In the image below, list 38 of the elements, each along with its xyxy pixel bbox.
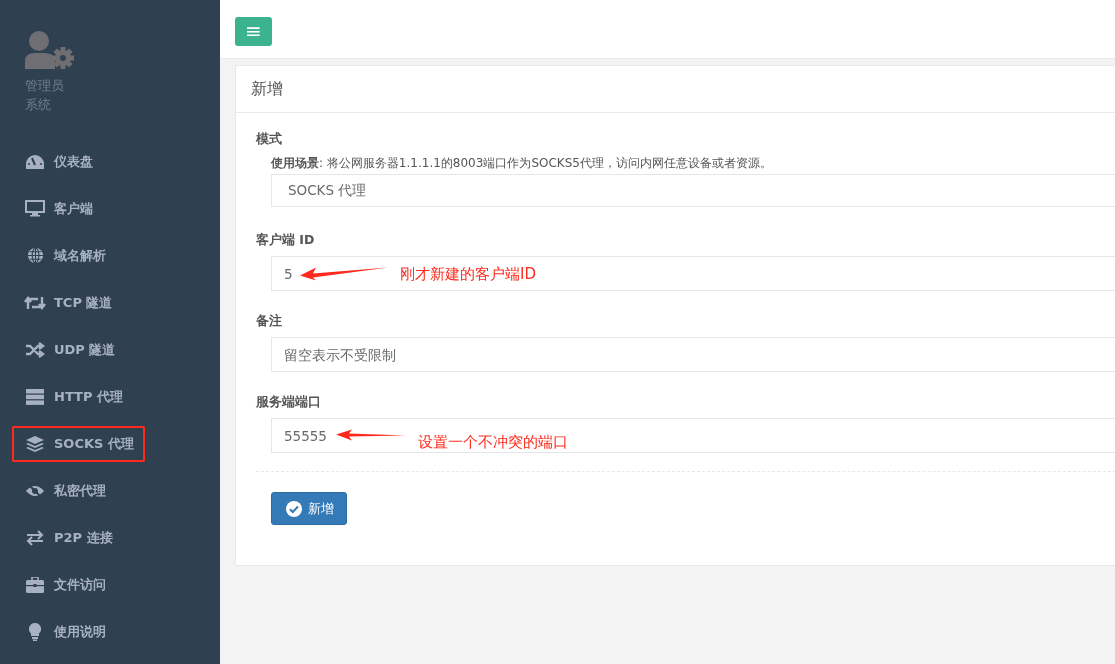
- field-label: 模式: [256, 130, 283, 148]
- add-button[interactable]: 新增: [271, 492, 347, 525]
- help-text: 使用场景: 将公网服务器1.1.1.1的8003端口作为SOCKS5代理，访问内网任意设备或者资源。: [271, 155, 773, 172]
- sidebar-item[interactable]: 客户端: [12, 190, 104, 227]
- sidebar-item[interactable]: SOCKS 代理: [12, 425, 145, 462]
- layers-icon: [26, 435, 44, 452]
- dashboard-icon: [25, 153, 45, 170]
- check-circle-icon: [286, 500, 302, 517]
- sidebar-item[interactable]: 使用说明: [12, 613, 117, 650]
- sidebar-item[interactable]: TCP 隧道: [12, 284, 124, 321]
- lightbulb-icon: [29, 622, 41, 641]
- sidebar-item[interactable]: HTTP 代理: [12, 378, 134, 415]
- server-icon: [26, 388, 44, 405]
- globe-icon: [26, 247, 44, 264]
- card-title: 新增: [251, 78, 283, 100]
- sidebar-item[interactable]: 文件访问: [12, 566, 117, 603]
- retweet-icon: [24, 294, 46, 311]
- annotation-text: 设置一个不冲突的端口: [418, 432, 568, 451]
- input-field[interactable]: 留空表示不受限制: [271, 337, 1115, 372]
- sidebar-item[interactable]: 私密代理: [12, 472, 117, 509]
- shuffle-icon: [25, 341, 45, 358]
- sidebar-item[interactable]: 域名解析: [12, 237, 117, 274]
- field-label: 服务端端口: [256, 393, 322, 411]
- sidebar-item[interactable]: 仪表盘: [12, 143, 104, 180]
- sidebar-item[interactable]: P2P 连接: [12, 519, 124, 556]
- field-label: 客户端 ID: [256, 231, 316, 249]
- briefcase-icon: [26, 576, 44, 593]
- user-role: 系统: [25, 96, 52, 114]
- sidebar-item[interactable]: UDP 隧道: [12, 331, 127, 368]
- field-label: 备注: [256, 312, 283, 330]
- arrow-annotation: [336, 428, 406, 443]
- monitor-icon: [25, 200, 45, 217]
- annotation-text: 刚才新建的客户端ID: [400, 264, 536, 283]
- exchange-icon: [26, 529, 44, 546]
- user-settings-icon: [25, 30, 75, 70]
- user-name[interactable]: 管理员: [25, 76, 220, 95]
- menu-button[interactable]: ≡: [235, 17, 272, 46]
- mode-select[interactable]: SOCKS 代理: [271, 174, 1115, 207]
